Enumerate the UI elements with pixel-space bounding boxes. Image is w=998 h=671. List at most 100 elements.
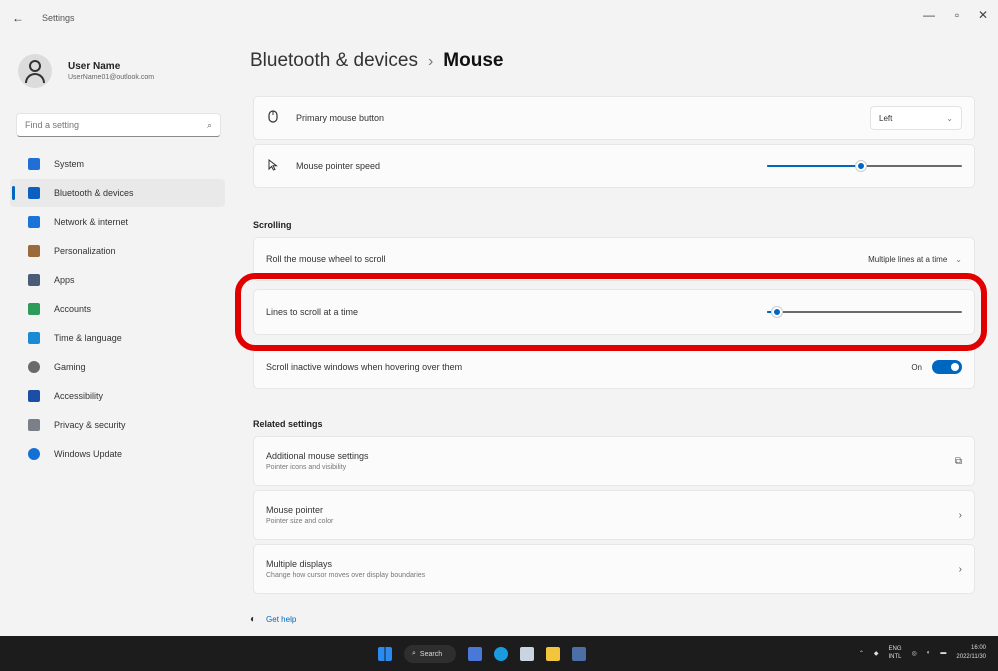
sidebar-item-system[interactable]: System xyxy=(10,150,225,178)
scroll-inactive-label: Scroll inactive windows when hovering ov… xyxy=(266,362,463,372)
system-tray: ⌃ ◆ ENG INTL ◎ ◐ ▬ 16:00 2022/11/30 xyxy=(849,644,986,662)
taskbar: ⌕ Search ⌃ ◆ ENG INTL ◎ ◐ ▬ 16:00 2022/1… xyxy=(0,636,998,671)
apps-icon xyxy=(28,274,40,286)
title-bar: ← Settings — ▫ ✕ xyxy=(0,0,998,34)
help-icon: ◐ xyxy=(250,614,257,625)
sidebar-item-accounts[interactable]: Accounts xyxy=(10,295,225,323)
chevron-right-icon: › xyxy=(958,563,962,575)
get-help-label[interactable]: Get help xyxy=(266,615,296,624)
network-tray-icon[interactable]: ◆ xyxy=(874,650,879,657)
roll-wheel-row: Roll the mouse wheel to scroll Multiple … xyxy=(253,237,975,281)
close-icon[interactable]: ✕ xyxy=(974,8,992,22)
lines-to-scroll-label: Lines to scroll at a time xyxy=(266,307,359,317)
accounts-icon xyxy=(28,303,40,315)
file-explorer-icon[interactable] xyxy=(546,647,560,661)
accessibility-icon xyxy=(28,390,40,402)
user-info: User Name UserName01@outlook.com xyxy=(68,61,154,81)
lines-to-scroll-slider[interactable] xyxy=(767,307,962,317)
search-icon: ⌕ xyxy=(412,650,416,657)
sidebar-item-accessibility[interactable]: Accessibility xyxy=(10,382,225,410)
store-icon[interactable] xyxy=(520,647,534,661)
search-icon[interactable]: ⌕ xyxy=(207,120,212,131)
sidebar: User Name UserName01@outlook.com ⌕ Syste… xyxy=(0,34,235,636)
task-view-icon[interactable] xyxy=(468,647,482,661)
additional-mouse-settings-text: Additional mouse settings Pointer icons … xyxy=(266,451,955,471)
page-title: Mouse xyxy=(443,50,504,71)
search-input[interactable] xyxy=(25,120,207,130)
sidebar-item-personalization[interactable]: Personalization xyxy=(10,237,225,265)
sidebar-item-apps[interactable]: Apps xyxy=(10,266,225,294)
breadcrumb: Bluetooth & devices › Mouse xyxy=(250,50,503,72)
mouse-pointer-row[interactable]: Mouse pointer Pointer size and color › xyxy=(253,490,975,540)
main-content: Bluetooth & devices › Mouse Primary mouse … xyxy=(250,34,985,636)
system-icon xyxy=(28,158,40,170)
search-box[interactable]: ⌕ xyxy=(16,113,221,137)
battery-icon[interactable]: ▬ xyxy=(940,650,946,656)
volume-icon[interactable]: ◐ xyxy=(927,650,931,656)
time-language-icon xyxy=(28,332,40,344)
mouse-pointer-speed-row: Mouse pointer speed xyxy=(253,144,975,188)
breadcrumb-parent[interactable]: Bluetooth & devices xyxy=(250,50,418,71)
avatar-body xyxy=(25,73,45,83)
taskbar-search[interactable]: ⌕ Search xyxy=(404,645,456,663)
region-code: INTL xyxy=(888,654,902,660)
scroll-inactive-row: Scroll inactive windows when hovering ov… xyxy=(253,345,975,389)
sidebar-item-label: Personalization xyxy=(54,246,116,256)
avatar xyxy=(18,54,52,88)
additional-mouse-settings-row[interactable]: Additional mouse settings Pointer icons … xyxy=(253,436,975,486)
mouse-icon xyxy=(266,110,280,126)
nav-list: System Bluetooth & devices Network & inter… xyxy=(10,150,225,469)
user-profile[interactable]: User Name UserName01@outlook.com xyxy=(18,54,154,88)
gaming-icon xyxy=(28,361,40,373)
breadcrumb-separator: › xyxy=(427,53,434,70)
chevron-down-icon: ⌄ xyxy=(955,254,962,264)
multiple-displays-text: Multiple displays Change how cursor move… xyxy=(266,559,959,579)
clock[interactable]: 16:00 2022/11/30 xyxy=(956,644,986,662)
related-settings-title: Related settings xyxy=(253,419,323,429)
multiple-displays-label: Multiple displays xyxy=(266,559,333,569)
avatar-head xyxy=(29,60,41,72)
sidebar-item-label: Accounts xyxy=(54,304,92,314)
chevron-up-icon[interactable]: ⌃ xyxy=(859,650,864,657)
multiple-displays-sublabel: Change how cursor moves over display bou… xyxy=(266,572,426,579)
language-indicator[interactable]: ENG INTL xyxy=(889,645,902,661)
primary-mouse-button-dropdown[interactable]: Left ⌄ xyxy=(870,106,962,130)
minimize-icon[interactable]: — xyxy=(920,8,938,22)
chevron-right-icon: › xyxy=(958,509,962,521)
multiple-displays-row[interactable]: Multiple displays Change how cursor move… xyxy=(253,544,975,594)
scroll-inactive-toggle[interactable] xyxy=(932,360,962,374)
user-email: UserName01@outlook.com xyxy=(68,74,155,81)
get-help-link[interactable]: ◐ Get help xyxy=(250,614,296,625)
slider-thumb[interactable] xyxy=(855,161,866,171)
back-arrow-icon[interactable]: ← xyxy=(12,11,24,25)
clock-date: 2022/11/30 xyxy=(956,654,986,660)
roll-wheel-label: Roll the mouse wheel to scroll xyxy=(266,254,386,264)
sidebar-item-windows-update[interactable]: Windows Update xyxy=(10,440,225,468)
sidebar-item-privacy-security[interactable]: Privacy & security xyxy=(10,411,225,439)
sidebar-item-label: Bluetooth & devices xyxy=(54,188,134,198)
sidebar-item-network-internet[interactable]: Network & internet xyxy=(10,208,225,236)
settings-gear-icon[interactable] xyxy=(572,647,586,661)
lines-to-scroll-row: Lines to scroll at a time xyxy=(253,289,975,335)
chevron-down-icon: ⌄ xyxy=(946,113,953,123)
roll-wheel-dropdown[interactable]: Multiple lines at a time ⌄ xyxy=(868,255,962,264)
sidebar-item-time-language[interactable]: Time & language xyxy=(10,324,225,352)
pointer-speed-slider[interactable] xyxy=(767,161,962,171)
user-name: User Name xyxy=(68,61,121,72)
taskbar-apps: ⌕ Search xyxy=(378,645,598,663)
slider-fill xyxy=(767,165,861,167)
wifi-icon[interactable]: ◎ xyxy=(912,650,917,657)
bluetooth-icon xyxy=(28,187,40,199)
external-link-icon: ⧉ xyxy=(954,455,962,467)
sidebar-item-label: Time & language xyxy=(54,333,122,343)
edge-browser-icon[interactable] xyxy=(494,647,508,661)
slider-thumb[interactable] xyxy=(771,307,782,317)
sidebar-item-label: Privacy & security xyxy=(54,420,126,430)
start-windows-icon[interactable] xyxy=(378,647,392,661)
toggle-state-label: On xyxy=(911,362,922,372)
sidebar-item-gaming[interactable]: Gaming xyxy=(10,353,225,381)
shield-icon xyxy=(28,419,40,431)
scroll-inactive-toggle-group: On xyxy=(911,360,962,374)
maximize-icon[interactable]: ▫ xyxy=(948,8,966,22)
sidebar-item-bluetooth-devices[interactable]: Bluetooth & devices xyxy=(10,179,225,207)
